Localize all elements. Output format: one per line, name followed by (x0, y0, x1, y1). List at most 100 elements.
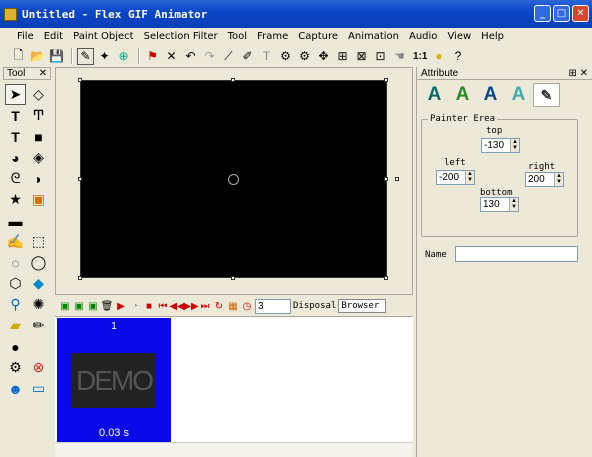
tool-panel-close[interactable]: ✕ (39, 68, 47, 79)
help-icon[interactable]: ? (449, 48, 466, 65)
circle-icon[interactable]: ● (430, 48, 447, 65)
insert-frame-icon[interactable]: ▣ (73, 300, 85, 312)
text-outline-icon[interactable]: A (505, 83, 532, 107)
duplicate-frame-icon[interactable]: ▣ (87, 300, 99, 312)
first-frame-icon[interactable]: ⏮ (157, 300, 169, 312)
color-picker-icon[interactable]: ⚑ (144, 48, 161, 65)
attribute-pin-close[interactable]: ⊞ ✕ (568, 68, 588, 79)
menu-frame[interactable]: Frame (252, 31, 293, 42)
delete-frame-icon[interactable]: 🗑 (101, 300, 114, 312)
texture-icon[interactable]: ◈ (28, 147, 49, 168)
next-frame-icon[interactable]: ▶▶ (183, 300, 198, 312)
dropper-icon[interactable]: ✏ (28, 315, 49, 336)
transform-icon[interactable]: ⚙ (277, 48, 294, 65)
maximize-button[interactable]: □ (553, 5, 570, 22)
eraser-icon[interactable]: ▰ (5, 315, 26, 336)
horizontal-scrollbar[interactable] (55, 442, 413, 457)
star-icon[interactable]: ★ (5, 189, 26, 210)
pointer-select-icon[interactable]: ⬚ (28, 231, 49, 252)
redo-icon[interactable]: ↷ (201, 48, 218, 65)
browser-preview-button[interactable]: Browser de (338, 299, 387, 313)
text-style-icon[interactable]: A (421, 83, 448, 107)
stop-icon[interactable]: ■ (143, 300, 155, 312)
palette-icon[interactable]: ▦ (227, 300, 239, 312)
new-file-icon[interactable]: 🗋 (10, 48, 27, 65)
resize-handle[interactable] (384, 78, 388, 82)
resize-handle[interactable] (78, 276, 82, 280)
resize-handle[interactable] (78, 78, 82, 82)
painter-tab-icon[interactable]: ✎ (533, 83, 560, 107)
spin-arrows-icon[interactable]: ▲ ▼ (554, 173, 563, 186)
filmstrip-icon[interactable]: ▬ (5, 210, 26, 231)
freeform-icon[interactable]: ᘓ (5, 168, 26, 189)
menu-view[interactable]: View (442, 31, 476, 42)
menu-audio[interactable]: Audio (404, 31, 442, 42)
right-spinner[interactable]: 200 ▲ ▼ (525, 172, 564, 187)
text-bold-icon[interactable]: T (5, 126, 26, 147)
text-tool-icon[interactable]: T (258, 48, 275, 65)
menu-edit[interactable]: Edit (39, 31, 68, 42)
text-path-icon[interactable]: A (449, 83, 476, 107)
menu-capture[interactable]: Capture (293, 31, 343, 42)
canvas[interactable] (80, 80, 387, 278)
stop-icon[interactable]: ⊗ (28, 357, 49, 378)
pencil-icon[interactable]: ✎ (77, 47, 94, 65)
lasso-icon[interactable]: ◯ (28, 252, 49, 273)
bottom-spinner[interactable]: 130 ▲ ▼ (480, 197, 519, 212)
settings-icon[interactable]: ⚙ (5, 357, 26, 378)
clock-icon[interactable]: ◷ (241, 300, 253, 312)
resize-handle[interactable] (384, 276, 388, 280)
center-target-icon[interactable] (228, 174, 239, 185)
menu-paint-object[interactable]: Paint Object (68, 31, 139, 42)
menu-help[interactable]: Help (476, 31, 509, 42)
open-folder-icon[interactable]: 📂 (29, 48, 46, 65)
text-fill-icon[interactable]: A (477, 83, 504, 107)
top-spinner[interactable]: -130 ▲ ▼ (481, 138, 520, 153)
previous-frame-icon[interactable]: ◀◀ (169, 300, 184, 312)
fill-icon[interactable]: ◆ (28, 273, 49, 294)
spin-arrows-icon[interactable]: ▲ ▼ (509, 198, 518, 211)
minimize-button[interactable]: _ (534, 5, 551, 22)
brush-tool-icon[interactable]: ✍ (5, 231, 26, 252)
move-icon[interactable]: ✥ (315, 48, 332, 65)
curve-icon[interactable]: ◗ (28, 168, 49, 189)
left-spinner[interactable]: -200 ▲ ▼ (436, 170, 475, 185)
ink-drop-icon[interactable]: ● (5, 336, 26, 357)
dotted-circle-icon[interactable]: ⬡ (5, 273, 26, 294)
magic-wand-icon[interactable]: ✦ (96, 48, 113, 65)
ellipse-select-icon[interactable]: ◌ (5, 252, 26, 273)
resize-handle[interactable] (78, 177, 82, 181)
pause-icon[interactable]: ◔ (129, 300, 141, 312)
add-frame-icon[interactable]: ▣ (59, 300, 71, 312)
frame-thumbnail[interactable]: 1 DEMO 0.03 s (57, 318, 171, 442)
frame-number-input[interactable]: 3 (255, 298, 291, 314)
sparkle-icon[interactable]: ✺ (28, 294, 49, 315)
rectangle-select-icon[interactable]: ◇ (28, 84, 49, 105)
pointer-icon[interactable]: ➤ (5, 84, 26, 105)
menu-selection-filter[interactable]: Selection Filter (139, 31, 223, 42)
undo-icon[interactable]: ↶ (182, 48, 199, 65)
hand-icon[interactable]: ☚ (391, 48, 408, 65)
close-button[interactable]: ✕ (572, 5, 589, 22)
crop-icon[interactable]: ⊞ (334, 48, 351, 65)
user-icon[interactable]: ☻ (5, 378, 26, 399)
resize-handle[interactable] (231, 276, 235, 280)
resize-icon[interactable]: ⚙ (296, 48, 313, 65)
spin-arrows-icon[interactable]: ▲ ▼ (465, 171, 474, 184)
resize-handle[interactable] (231, 78, 235, 82)
resize-handle[interactable] (395, 177, 399, 181)
menu-animation[interactable]: Animation (343, 31, 404, 42)
rotate-icon[interactable]: ⊠ (353, 48, 370, 65)
loop-icon[interactable]: ↻ (213, 300, 225, 312)
filled-rectangle-icon[interactable]: ■ (28, 126, 49, 147)
zoom-actual-button[interactable]: 1:1 (413, 51, 427, 62)
cut-icon[interactable]: ✕ (163, 48, 180, 65)
play-icon[interactable]: ▶ (115, 300, 127, 312)
image-icon[interactable]: ▣ (28, 189, 49, 210)
resize-handle[interactable] (384, 177, 388, 181)
menu-tool[interactable]: Tool (223, 31, 252, 42)
text-warp-icon[interactable]: Ͳ (28, 105, 49, 126)
last-frame-icon[interactable]: ⏭ (199, 300, 211, 312)
text-icon[interactable]: T (5, 105, 26, 126)
name-input[interactable] (455, 246, 578, 262)
